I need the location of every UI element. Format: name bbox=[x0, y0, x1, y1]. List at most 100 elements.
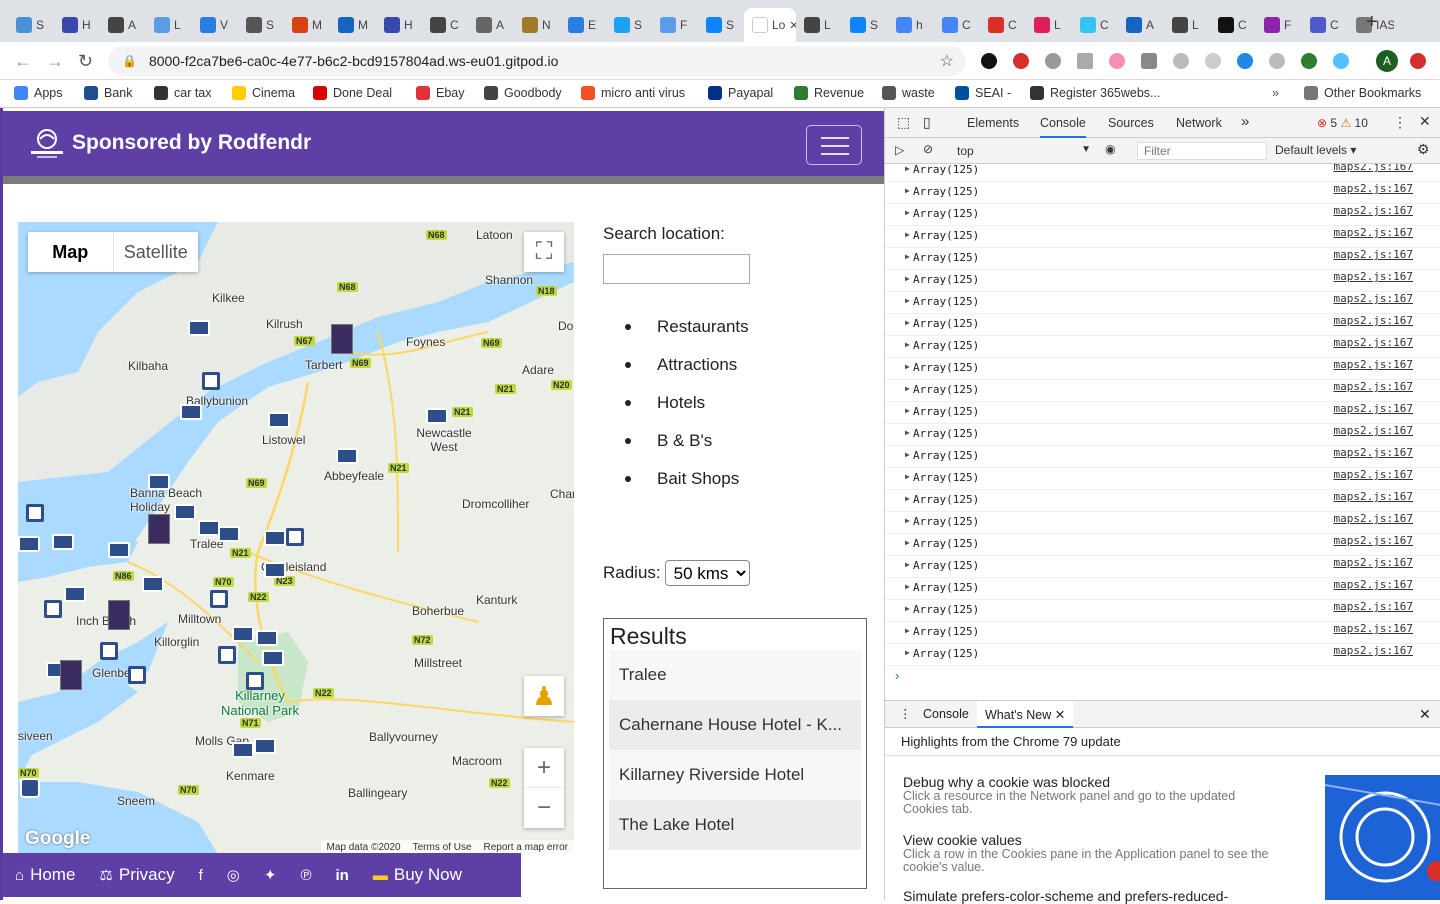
whats-new-item[interactable]: View cookie values Click a row in the Co… bbox=[903, 832, 1283, 874]
browser-tab[interactable]: V bbox=[192, 8, 238, 42]
bookmark-item[interactable]: Apps bbox=[14, 86, 63, 100]
expand-triangle-icon[interactable]: ▶ bbox=[905, 208, 910, 217]
expand-triangle-icon[interactable]: ▶ bbox=[905, 604, 910, 613]
hotel-map-marker[interactable] bbox=[264, 530, 286, 546]
console-source-link[interactable]: maps2.js:167 bbox=[1334, 164, 1413, 173]
search-location-input[interactable] bbox=[603, 254, 750, 284]
result-item[interactable]: Tralee bbox=[609, 650, 861, 700]
shop-map-marker[interactable] bbox=[20, 778, 40, 798]
console-source-link[interactable]: maps2.js:167 bbox=[1334, 226, 1413, 239]
photo-map-marker[interactable] bbox=[108, 600, 130, 630]
browser-tab[interactable]: A bbox=[100, 8, 146, 42]
street-view-pegman-icon[interactable]: ♟ bbox=[524, 676, 564, 716]
hotel-map-marker[interactable] bbox=[148, 474, 170, 490]
more-bookmarks-icon[interactable]: » bbox=[1272, 86, 1279, 100]
console-log-row[interactable]: ▶ Array(125) maps2.js:167 bbox=[885, 600, 1440, 622]
hotel-map-marker[interactable] bbox=[232, 626, 254, 642]
hotel-map-marker[interactable] bbox=[218, 526, 240, 542]
browser-tab[interactable]: M bbox=[284, 8, 330, 42]
console-source-link[interactable]: maps2.js:167 bbox=[1334, 600, 1413, 613]
hotel-map-marker[interactable] bbox=[188, 320, 210, 336]
console-source-link[interactable]: maps2.js:167 bbox=[1334, 336, 1413, 349]
console-source-link[interactable]: maps2.js:167 bbox=[1334, 204, 1413, 217]
facebook-icon[interactable]: f bbox=[187, 867, 215, 884]
console-source-link[interactable]: maps2.js:167 bbox=[1334, 402, 1413, 415]
map-type-satellite-button[interactable]: Satellite bbox=[114, 232, 199, 272]
instagram-icon[interactable]: ◎ bbox=[215, 866, 252, 884]
category-bnbs[interactable]: B & B's bbox=[603, 422, 749, 460]
devtools-tab-elements[interactable]: Elements bbox=[967, 116, 1019, 130]
drawer-menu-icon[interactable]: ⋮ bbox=[899, 706, 912, 721]
browser-tab[interactable]: h bbox=[888, 8, 934, 42]
bookmark-item[interactable]: Payapal bbox=[708, 86, 773, 100]
hotel-map-marker[interactable] bbox=[198, 520, 220, 536]
bookmark-item[interactable]: Revenue bbox=[794, 86, 864, 100]
console-source-link[interactable]: maps2.js:167 bbox=[1334, 468, 1413, 481]
expand-triangle-icon[interactable]: ▶ bbox=[905, 450, 910, 459]
linkedin-icon[interactable]: in bbox=[324, 867, 361, 884]
console-source-link[interactable]: maps2.js:167 bbox=[1334, 292, 1413, 305]
browser-tab[interactable]: L bbox=[146, 8, 192, 42]
devtools-tab-network[interactable]: Network bbox=[1176, 116, 1222, 130]
sidebar-toggle-icon[interactable]: ▷ bbox=[895, 143, 904, 157]
nav-privacy[interactable]: ⚖ Privacy bbox=[87, 865, 186, 885]
location-map-marker[interactable] bbox=[128, 666, 146, 684]
console-log-row[interactable]: ▶ Array(125) maps2.js:167 bbox=[885, 270, 1440, 292]
browser-tab[interactable]: S bbox=[698, 8, 744, 42]
extension-icon[interactable] bbox=[1237, 53, 1253, 69]
console-log-row[interactable]: ▶ Array(125) maps2.js:167 bbox=[885, 164, 1440, 182]
hotel-map-marker[interactable] bbox=[268, 412, 290, 428]
bookmark-item[interactable]: Done Deal bbox=[313, 86, 392, 100]
hotel-map-marker[interactable] bbox=[426, 408, 448, 424]
expand-triangle-icon[interactable]: ▶ bbox=[905, 230, 910, 239]
console-log-row[interactable]: ▶ Array(125) maps2.js:167 bbox=[885, 336, 1440, 358]
browser-tab[interactable]: C bbox=[422, 8, 468, 42]
console-source-link[interactable]: maps2.js:167 bbox=[1334, 578, 1413, 591]
browser-tab[interactable]: L bbox=[1164, 8, 1210, 42]
hotel-map-marker[interactable] bbox=[108, 542, 130, 558]
browser-tab[interactable]: C bbox=[1072, 8, 1118, 42]
close-tab-icon[interactable]: ✕ bbox=[1055, 708, 1065, 722]
extension-icon[interactable] bbox=[1333, 53, 1349, 69]
new-tab-button[interactable]: + bbox=[1366, 11, 1378, 34]
location-map-marker[interactable] bbox=[286, 528, 304, 546]
expand-triangle-icon[interactable]: ▶ bbox=[905, 406, 910, 415]
console-log-row[interactable]: ▶ Array(125) maps2.js:167 bbox=[885, 424, 1440, 446]
console-source-link[interactable]: maps2.js:167 bbox=[1334, 182, 1413, 195]
console-log-row[interactable]: ▶ Array(125) maps2.js:167 bbox=[885, 248, 1440, 270]
extension-icon[interactable] bbox=[1205, 53, 1221, 69]
extension-icon[interactable] bbox=[1077, 53, 1093, 69]
expand-triangle-icon[interactable]: ▶ bbox=[905, 538, 910, 547]
browser-tab[interactable]: A bbox=[1118, 8, 1164, 42]
expand-triangle-icon[interactable]: ▶ bbox=[905, 582, 910, 591]
photo-map-marker[interactable] bbox=[331, 324, 353, 354]
photo-map-marker[interactable] bbox=[60, 660, 82, 690]
expand-triangle-icon[interactable]: ▶ bbox=[905, 296, 910, 305]
bookmark-item[interactable]: car tax bbox=[154, 86, 212, 100]
console-log-row[interactable]: ▶ Array(125) maps2.js:167 bbox=[885, 226, 1440, 248]
hotel-map-marker[interactable] bbox=[264, 562, 286, 578]
hotel-map-marker[interactable] bbox=[52, 534, 74, 550]
error-warning-counter[interactable]: ⊗ 5 ⚠ 10 bbox=[1317, 116, 1368, 130]
expand-triangle-icon[interactable]: ▶ bbox=[905, 648, 910, 657]
location-map-marker[interactable] bbox=[202, 372, 220, 390]
console-log-row[interactable]: ▶ Array(125) maps2.js:167 bbox=[885, 204, 1440, 226]
browser-tab[interactable]: E bbox=[560, 8, 606, 42]
console-source-link[interactable]: maps2.js:167 bbox=[1334, 358, 1413, 371]
live-expression-eye-icon[interactable]: ◉ bbox=[1105, 142, 1115, 156]
browser-tab[interactable]: L bbox=[1026, 8, 1072, 42]
console-source-link[interactable]: maps2.js:167 bbox=[1334, 270, 1413, 283]
console-log-row[interactable]: ▶ Array(125) maps2.js:167 bbox=[885, 182, 1440, 204]
whats-new-item[interactable]: Simulate prefers-color-scheme and prefer… bbox=[903, 888, 1283, 904]
profile-avatar[interactable]: A bbox=[1376, 50, 1398, 72]
hotel-map-marker[interactable] bbox=[18, 536, 40, 552]
console-log-row[interactable]: ▶ Array(125) maps2.js:167 bbox=[885, 556, 1440, 578]
console-source-link[interactable]: maps2.js:167 bbox=[1334, 534, 1413, 547]
close-tab-icon[interactable]: ✕ bbox=[789, 19, 796, 32]
console-log-row[interactable]: ▶ Array(125) maps2.js:167 bbox=[885, 314, 1440, 336]
devtools-menu-icon[interactable]: ⋮ bbox=[1393, 114, 1407, 131]
result-item[interactable]: Cahernane House Hotel - K... bbox=[609, 700, 861, 750]
browser-tab[interactable]: H bbox=[376, 8, 422, 42]
result-item[interactable]: Killarney Riverside Hotel bbox=[609, 750, 861, 800]
bookmark-item[interactable]: Ebay bbox=[416, 86, 465, 100]
